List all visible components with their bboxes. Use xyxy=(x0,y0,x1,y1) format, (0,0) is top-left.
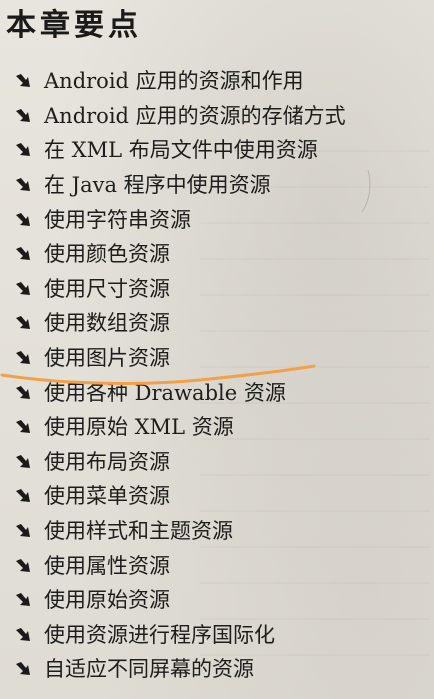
list-item: 在 XML 布局文件中使用资源 xyxy=(0,133,346,168)
arrow-down-right-icon xyxy=(16,351,30,365)
list-item: 使用布局资源 xyxy=(0,445,346,480)
list-item: 使用属性资源 xyxy=(0,548,346,583)
arrow-down-right-icon xyxy=(16,178,30,192)
list-item-label: Android 应用的资源和作用 xyxy=(44,69,304,94)
arrow-down-right-icon xyxy=(16,454,30,468)
arrow-down-right-icon xyxy=(16,627,30,641)
list-item: 使用菜单资源 xyxy=(0,479,346,514)
list-item-label: 在 Java 程序中使用资源 xyxy=(44,173,271,198)
list-item-label: 使用尺寸资源 xyxy=(44,276,170,301)
arrow-down-right-icon xyxy=(16,281,30,295)
arrow-down-right-icon xyxy=(16,524,30,538)
list-item: 使用资源进行程序国际化 xyxy=(0,618,346,653)
section-title: 本章要点 xyxy=(6,8,142,43)
arrow-down-right-icon xyxy=(16,247,30,261)
book-page: 本章要点 Android 应用的资源和作用 Android 应用的资源的存储方式… xyxy=(0,0,434,699)
list-item: 使用尺寸资源 xyxy=(0,272,346,307)
list-item: Android 应用的资源和作用 xyxy=(0,64,346,99)
list-item: 使用颜色资源 xyxy=(0,237,346,272)
list-item: 使用样式和主题资源 xyxy=(0,514,346,549)
list-item-label: 使用属性资源 xyxy=(44,553,170,578)
arrow-down-right-icon xyxy=(16,489,30,503)
arrow-down-right-icon xyxy=(16,212,30,226)
list-item-label: 使用颜色资源 xyxy=(44,242,170,267)
arrow-down-right-icon xyxy=(16,74,30,88)
list-item: 使用原始 XML 资源 xyxy=(0,410,346,445)
arrow-down-right-icon xyxy=(16,108,30,122)
list-item: Android 应用的资源的存储方式 xyxy=(0,99,346,134)
list-item-label: Android 应用的资源的存储方式 xyxy=(44,103,346,128)
list-item-label: 使用各种 Drawable 资源 xyxy=(44,380,286,405)
list-item: 使用数组资源 xyxy=(0,306,346,341)
arrow-down-right-icon xyxy=(16,143,30,157)
list-item-label: 使用原始资源 xyxy=(44,588,170,613)
arrow-down-right-icon xyxy=(16,593,30,607)
list-item: 自适应不同屏幕的资源 xyxy=(0,652,346,687)
list-item-label: 在 XML 布局文件中使用资源 xyxy=(44,138,318,163)
key-points-list: Android 应用的资源和作用 Android 应用的资源的存储方式 在 XM… xyxy=(0,64,346,687)
list-item: 使用图片资源 xyxy=(0,341,346,376)
arrow-down-right-icon xyxy=(16,558,30,572)
list-item-label: 使用原始 XML 资源 xyxy=(44,415,234,440)
list-item-label: 使用资源进行程序国际化 xyxy=(44,622,275,647)
list-item: 使用原始资源 xyxy=(0,583,346,618)
list-item-label: 使用图片资源 xyxy=(44,346,170,371)
list-item-label: 使用样式和主题资源 xyxy=(44,519,233,544)
list-item: 在 Java 程序中使用资源 xyxy=(0,168,346,203)
list-item-label: 使用数组资源 xyxy=(44,311,170,336)
list-item-label: 使用菜单资源 xyxy=(44,484,170,509)
list-item-label: 自适应不同屏幕的资源 xyxy=(44,657,254,682)
list-item-label: 使用字符串资源 xyxy=(44,207,191,232)
list-item: 使用字符串资源 xyxy=(0,202,346,237)
list-item-label: 使用布局资源 xyxy=(44,449,170,474)
arrow-down-right-icon xyxy=(16,420,30,434)
list-item: 使用各种 Drawable 资源 xyxy=(0,375,346,410)
arrow-down-right-icon xyxy=(16,385,30,399)
arrow-down-right-icon xyxy=(16,662,30,676)
arrow-down-right-icon xyxy=(16,316,30,330)
